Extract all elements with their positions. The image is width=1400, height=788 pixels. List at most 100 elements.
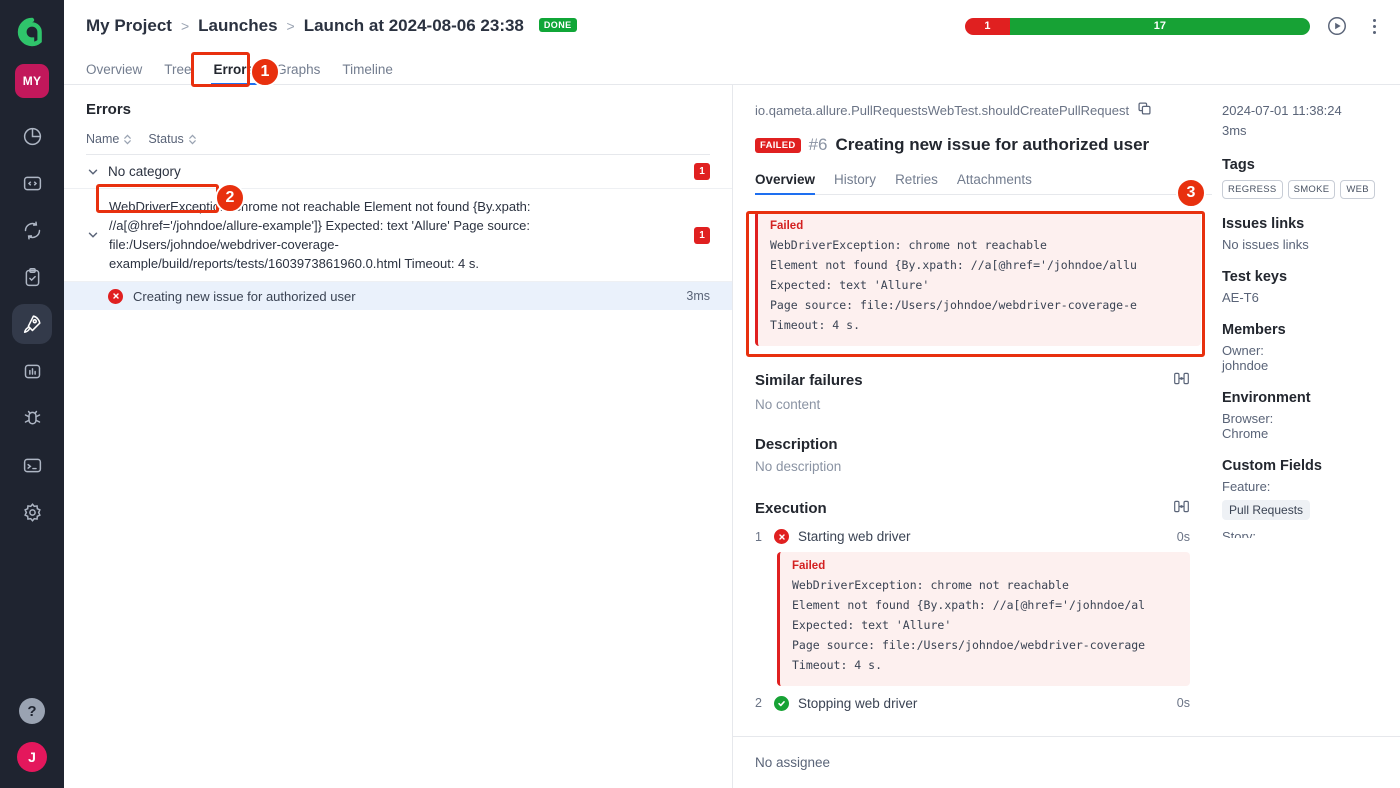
code-icon[interactable] [12,163,52,203]
step-failure-label: Failed [792,560,826,573]
rocket-icon[interactable] [12,304,52,344]
subtab-attachments[interactable]: Attachments [957,172,1032,194]
sync-icon[interactable] [12,210,52,250]
list-item[interactable]: Creating new issue for authorized user 3… [64,282,732,311]
status-badge: FAILED [755,137,801,153]
similar-failures-header: Similar failures [755,370,1212,391]
top-bar: My Project > Launches > Launch at 2024-0… [64,0,1400,52]
app-root: MY ? J My Project > Launches > Launch at… [0,0,1400,788]
tab-errors[interactable]: Errors [210,62,257,85]
breadcrumb-launch[interactable]: Launch at 2024-08-06 23:38 [304,16,524,36]
tab-overview[interactable]: Overview [86,62,142,84]
help-icon[interactable]: ? [19,698,45,724]
issues-links-title: Issues links [1222,216,1305,232]
sort-status-label: Status [148,132,184,146]
left-nav-rail: MY ? J [0,0,64,788]
allure-logo-icon[interactable] [14,14,50,50]
test-number: #6 [808,135,828,154]
tags-title: Tags [1222,157,1255,173]
failed-status-icon [774,529,789,545]
subtab-overview[interactable]: Overview [755,172,816,195]
test-timestamp: 2024-07-01 11:38:24 [1222,103,1342,118]
test-duration: 3ms [1222,122,1247,138]
breadcrumb-separator-1: > [180,18,190,34]
clipboard-check-icon[interactable] [12,257,52,297]
step-duration: 0s [1176,696,1190,711]
test-detail-panel: io.qameta.allure.PullRequestsWebTest.sho… [733,85,1400,788]
step-failure-body: WebDriverException: chrome not reachable… [792,578,1146,673]
breadcrumb-project[interactable]: My Project [86,16,172,36]
custom-fields-feature-label: Feature: [1222,479,1271,494]
breadcrumb-separator-2: > [286,18,295,34]
errors-panel: Errors Name Status No category 1 WebDriv… [64,85,733,788]
tab-timeline[interactable]: Timeline [342,62,393,84]
subtab-retries[interactable]: Retries [895,172,938,194]
test-fqn-text: io.qameta.allure.PullRequestsWebTest.sho… [755,102,1130,118]
step-index: 1 [755,529,762,544]
error-group-text: WebDriverException: chrome not reachable… [109,199,531,272]
launch-progress-bar: 1 17 [965,17,1310,35]
page-title: Creating new issue for authorized user [835,135,1150,154]
step-index: 2 [755,696,762,711]
sort-by-status[interactable]: Status [148,132,196,146]
tag-chip[interactable]: WEB [1340,180,1375,199]
progress-passed-segment: 17 [1009,17,1310,35]
sort-name-label: Name [86,132,120,146]
gear-icon[interactable] [12,492,52,532]
custom-fields-story-label: Story: [1222,529,1256,538]
sort-caret-icon [188,133,197,146]
chevron-down-icon[interactable] [86,165,100,179]
expand-collapse-icon[interactable] [1173,370,1190,391]
rail-icon-list [12,116,52,532]
bug-icon[interactable] [12,398,52,438]
main-area: My Project > Launches > Launch at 2024-0… [64,0,1400,788]
execution-step[interactable]: 2 Stopping web driver 0s [755,695,1212,711]
members-title: Members [1222,322,1286,338]
sort-by-name[interactable]: Name [86,132,132,146]
tags-list: REGRESS SMOKE WEB [1222,180,1386,199]
subtab-history[interactable]: History [834,172,876,194]
copy-icon[interactable] [1137,101,1152,119]
bar-chart-icon[interactable] [12,351,52,391]
tab-tree[interactable]: Tree [164,62,191,84]
failure-message-box: Failed WebDriverException: chrome not re… [755,211,1201,347]
run-icon[interactable] [1324,13,1350,39]
detail-subtabs: Overview History Retries Attachments [755,172,1212,195]
expand-collapse-icon[interactable] [1173,498,1190,519]
passed-status-icon [774,695,789,711]
custom-fields-feature-value[interactable]: Pull Requests [1222,500,1311,520]
terminal-icon[interactable] [12,445,52,485]
errors-panel-title: Errors [86,101,132,118]
description-value: No description [755,459,842,475]
test-duration: 3ms [686,289,710,304]
test-name: Creating new issue for authorized user [133,288,356,304]
tab-graphs[interactable]: Graphs [276,62,320,84]
category-count-badge: 1 [694,163,710,180]
environment-browser-label: Browser: [1222,411,1274,426]
breadcrumb-launches[interactable]: Launches [198,16,277,36]
no-category-row[interactable]: No category 1 [64,155,732,189]
assignee-bar[interactable]: No assignee [733,736,1400,788]
workspace-badge[interactable]: MY [15,64,49,98]
execution-title: Execution [755,500,827,518]
error-group-row[interactable]: WebDriverException: chrome not reachable… [64,189,732,283]
execution-step[interactable]: 1 Starting web driver 0s [755,529,1212,545]
test-title-row: FAILED #6 Creating new issue for authori… [755,135,1212,155]
similar-failures-value: No content [755,397,821,413]
issues-links-value: No issues links [1222,237,1309,252]
detail-main-column: io.qameta.allure.PullRequestsWebTest.sho… [733,85,1212,788]
kebab-icon[interactable] [1364,13,1384,39]
failure-label: Failed [770,220,804,232]
launch-status-badge: DONE [538,18,577,32]
assignee-value: No assignee [755,755,831,770]
environment-browser-value: Chrome [1222,426,1269,441]
chevron-down-icon[interactable] [86,228,100,242]
step-duration: 0s [1176,529,1190,544]
breadcrumb: My Project > Launches > Launch at 2024-0… [86,16,577,36]
tag-chip[interactable]: SMOKE [1287,180,1336,199]
user-avatar[interactable]: J [17,742,47,772]
tag-chip[interactable]: REGRESS [1222,180,1283,199]
similar-failures-title: Similar failures [755,372,863,390]
pie-chart-icon[interactable] [12,116,52,156]
test-keys-value: AE-T6 [1222,290,1259,305]
